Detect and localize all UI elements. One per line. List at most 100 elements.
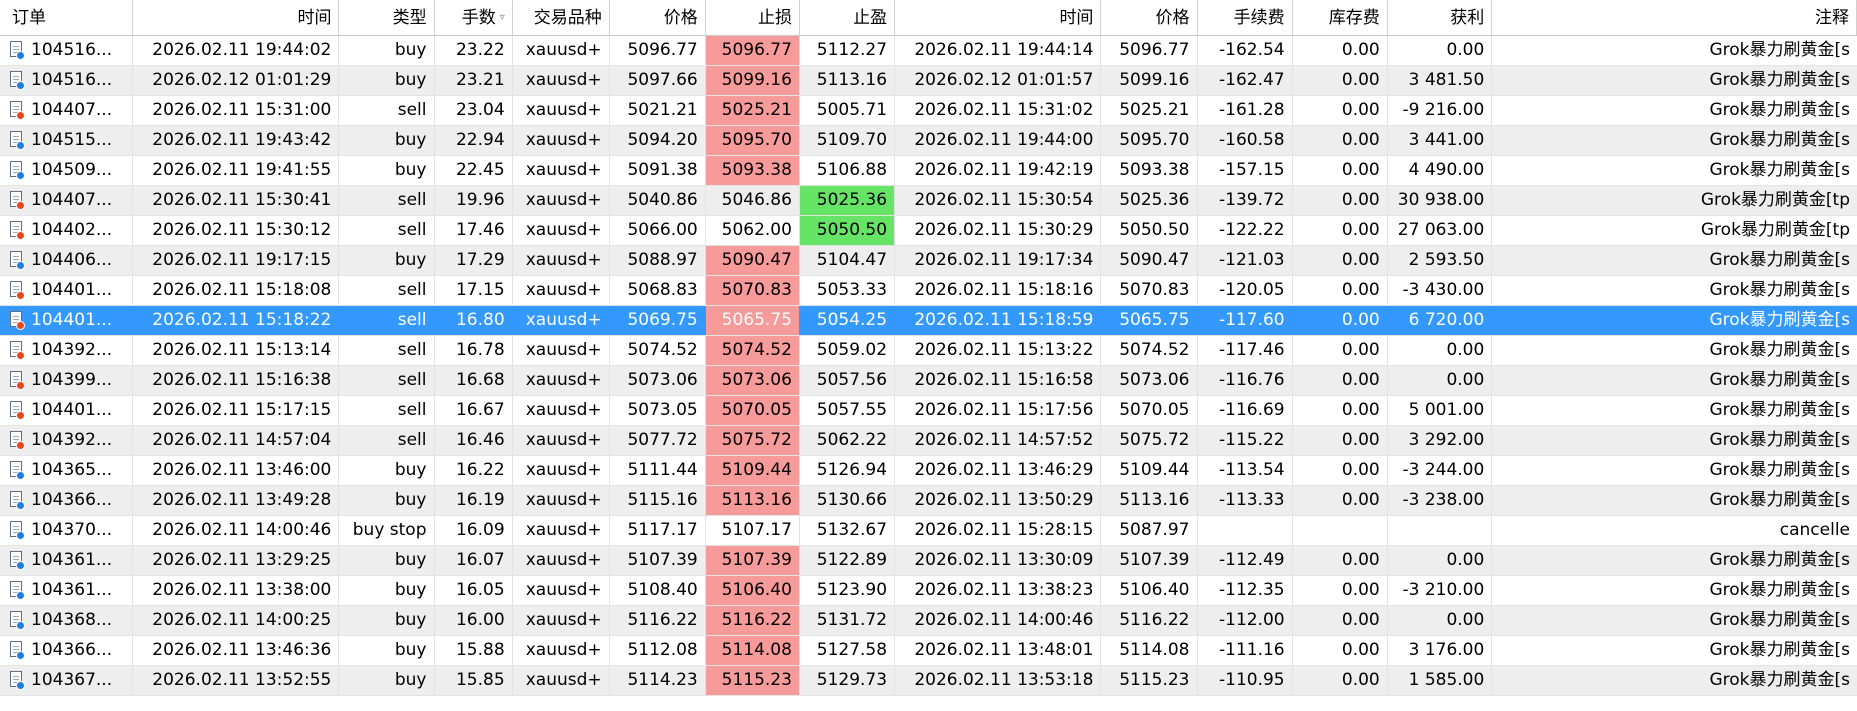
close-price-cell: 5074.52 xyxy=(1101,336,1198,365)
type-cell: buy xyxy=(339,126,435,155)
comment-cell: Grok暴力刷黄金[s xyxy=(1709,250,1850,270)
table-row[interactable]: 104516... 2026.02.11 19:44:02 buy 23.22 xauu… xyxy=(0,36,1857,66)
close-time-cell: 2026.02.11 13:53:18 xyxy=(895,666,1102,695)
profit-cell: 3 441.00 xyxy=(1388,126,1493,155)
col-header-close-time[interactable]: 时间 xyxy=(895,0,1102,35)
close-price-cell: 5095.70 xyxy=(1101,126,1198,155)
col-header-price[interactable]: 价格 xyxy=(610,0,706,35)
table-row[interactable]: 104401... 2026.02.11 15:18:22 sell 16.80 xau… xyxy=(0,306,1857,336)
time-cell: 2026.02.11 13:46:00 xyxy=(133,456,340,485)
col-header-stop-loss[interactable]: 止损 xyxy=(706,0,800,35)
col-header-lots[interactable]: 手数 ▿ xyxy=(435,0,513,35)
stop-loss-cell: 5099.16 xyxy=(705,66,800,95)
close-time-cell: 2026.02.11 15:18:59 xyxy=(895,306,1102,335)
time-cell: 2026.02.11 15:31:00 xyxy=(133,96,340,125)
stop-loss-cell: 5070.83 xyxy=(705,276,800,305)
profit-cell: 5 001.00 xyxy=(1388,396,1493,425)
fee-cell: -117.46 xyxy=(1198,336,1293,365)
table-row[interactable]: 104515... 2026.02.11 19:43:42 buy 22.94 xauu… xyxy=(0,126,1857,156)
stop-loss-cell: 5075.72 xyxy=(705,426,800,455)
close-price-cell: 5093.38 xyxy=(1101,156,1198,185)
symbol-cell: xauusd+ xyxy=(513,456,610,485)
table-row[interactable]: 104407... 2026.02.11 15:31:00 sell 23.04 xau… xyxy=(0,96,1857,126)
table-row[interactable]: 104366... 2026.02.11 13:46:36 buy 15.88 xauu… xyxy=(0,636,1857,666)
table-row[interactable]: 104399... 2026.02.11 15:16:38 sell 16.68 xau… xyxy=(0,366,1857,396)
lots-cell: 17.15 xyxy=(435,276,513,305)
table-row[interactable]: 104509... 2026.02.11 19:41:55 buy 22.45 xauu… xyxy=(0,156,1857,186)
symbol-cell: xauusd+ xyxy=(513,486,610,515)
table-row[interactable]: 104367... 2026.02.11 13:52:55 buy 15.85 xauu… xyxy=(0,666,1857,696)
comment-cell: Grok暴力刷黄金[s xyxy=(1709,370,1850,390)
table-row[interactable]: 104392... 2026.02.11 15:13:14 sell 16.78 xau… xyxy=(0,336,1857,366)
price-cell: 5073.06 xyxy=(610,366,706,395)
col-header-time[interactable]: 时间 xyxy=(133,0,340,35)
col-header-swap[interactable]: 库存费 xyxy=(1293,0,1388,35)
profit-cell: 0.00 xyxy=(1388,606,1493,635)
swap-cell: 0.00 xyxy=(1293,336,1388,365)
lots-cell: 17.46 xyxy=(435,216,513,245)
order-cell: 104368... xyxy=(0,606,134,635)
table-row[interactable]: 104402... 2026.02.11 15:30:12 sell 17.46 xau… xyxy=(0,216,1857,246)
swap-cell xyxy=(1293,516,1388,545)
col-header-symbol[interactable]: 交易品种 xyxy=(513,0,610,35)
table-row[interactable]: 104401... 2026.02.11 15:18:08 sell 17.15 xau… xyxy=(0,276,1857,306)
fee-cell: -113.33 xyxy=(1198,486,1293,515)
take-profit-cell: 5059.02 xyxy=(800,336,896,365)
close-time-cell: 2026.02.11 14:57:52 xyxy=(895,426,1102,455)
swap-cell: 0.00 xyxy=(1293,606,1388,635)
table-row[interactable]: 104361... 2026.02.11 13:38:00 buy 16.05 xauu… xyxy=(0,576,1857,606)
time-cell: 2026.02.11 14:57:04 xyxy=(133,426,340,455)
profit-cell: 0.00 xyxy=(1388,336,1493,365)
col-header-order[interactable]: 订单 xyxy=(0,0,134,35)
swap-cell: 0.00 xyxy=(1293,666,1388,695)
comment-cell: Grok暴力刷黄金[s xyxy=(1709,310,1850,330)
stop-loss-cell: 5113.16 xyxy=(705,486,800,515)
close-time-cell: 2026.02.11 15:30:54 xyxy=(895,186,1102,215)
profit-cell: -3 430.00 xyxy=(1388,276,1493,305)
take-profit-cell: 5054.25 xyxy=(800,306,896,335)
table-row[interactable]: 104361... 2026.02.11 13:29:25 buy 16.07 xauu… xyxy=(0,546,1857,576)
close-price-cell: 5090.47 xyxy=(1101,246,1198,275)
take-profit-cell: 5126.94 xyxy=(800,456,896,485)
table-row[interactable]: 104406... 2026.02.11 19:17:15 buy 17.29 xauu… xyxy=(0,246,1857,276)
swap-cell: 0.00 xyxy=(1293,306,1388,335)
time-cell: 2026.02.11 13:38:00 xyxy=(133,576,340,605)
comment-cell: Grok暴力刷黄金[s xyxy=(1709,280,1850,300)
symbol-cell: xauusd+ xyxy=(513,426,610,455)
table-row[interactable]: 104407... 2026.02.11 15:30:41 sell 19.96 xau… xyxy=(0,186,1857,216)
fee-cell: -160.58 xyxy=(1198,126,1293,155)
close-price-cell: 5025.21 xyxy=(1101,96,1198,125)
fee-cell: -139.72 xyxy=(1198,186,1293,215)
col-header-profit[interactable]: 获利 xyxy=(1388,0,1493,35)
order-id: 104407... xyxy=(31,100,113,120)
close-time-cell: 2026.02.11 14:00:46 xyxy=(895,606,1102,635)
table-row[interactable]: 104392... 2026.02.11 14:57:04 sell 16.46 xau… xyxy=(0,426,1857,456)
buy-order-icon xyxy=(10,611,25,630)
order-history-table: 订单 时间 类型 手数 ▿ 交易品种 价格 止损 止盈 时间 价格 手续费 库存费… xyxy=(0,0,1857,711)
table-row[interactable]: 104370... 2026.02.11 14:00:46 buy stop 16.0… xyxy=(0,516,1857,546)
col-header-take-profit[interactable]: 止盈 xyxy=(800,0,896,35)
profit-cell: 3 481.50 xyxy=(1388,66,1493,95)
fee-cell xyxy=(1198,516,1293,545)
table-row[interactable]: 104401... 2026.02.11 15:17:15 sell 16.67 xau… xyxy=(0,396,1857,426)
take-profit-cell: 5132.67 xyxy=(800,516,896,545)
col-header-close-price[interactable]: 价格 xyxy=(1101,0,1198,35)
table-row[interactable]: 104516... 2026.02.12 01:01:29 buy 23.21 xauu… xyxy=(0,66,1857,96)
symbol-cell: xauusd+ xyxy=(513,666,610,695)
time-cell: 2026.02.11 19:41:55 xyxy=(133,156,340,185)
close-time-cell: 2026.02.11 15:17:56 xyxy=(895,396,1102,425)
col-header-comment[interactable]: 注释 xyxy=(1492,0,1857,35)
time-cell: 2026.02.11 14:00:46 xyxy=(133,516,340,545)
symbol-cell: xauusd+ xyxy=(513,396,610,425)
col-header-type[interactable]: 类型 xyxy=(339,0,435,35)
stop-loss-cell: 5062.00 xyxy=(706,216,800,245)
profit-cell: -3 244.00 xyxy=(1388,456,1493,485)
lots-cell: 17.29 xyxy=(435,246,513,275)
table-row[interactable]: 104368... 2026.02.11 14:00:25 buy 16.00 xauu… xyxy=(0,606,1857,636)
table-row[interactable]: 104366... 2026.02.11 13:49:28 buy 16.19 xauu… xyxy=(0,486,1857,516)
sell-order-icon xyxy=(10,221,25,240)
table-row[interactable]: 104365... 2026.02.11 13:46:00 buy 16.22 xauu… xyxy=(0,456,1857,486)
close-price-cell: 5073.06 xyxy=(1101,366,1198,395)
col-header-fee[interactable]: 手续费 xyxy=(1198,0,1293,35)
order-cell: 104402... xyxy=(0,216,134,245)
